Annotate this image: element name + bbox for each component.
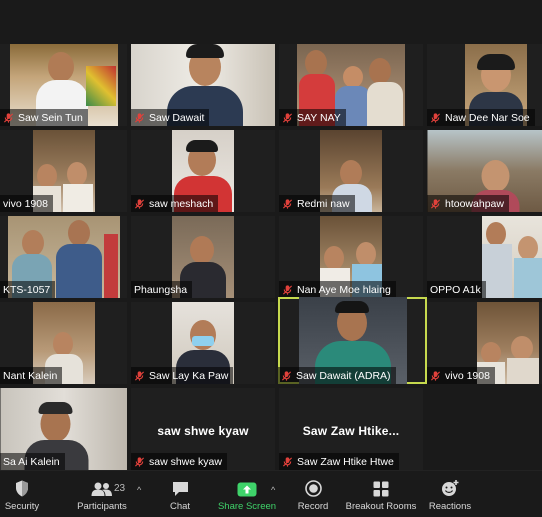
video-tile[interactable]: Redmi naw xyxy=(279,130,423,212)
chat-button[interactable]: Chat xyxy=(163,471,197,517)
security-label: Security xyxy=(4,501,40,512)
participant-name: vivo 1908 xyxy=(445,369,490,382)
active-speaker-tile[interactable]: Saw Dawait (ADRA) xyxy=(278,297,427,384)
video-tile[interactable]: Saw Sein Tun xyxy=(0,44,127,126)
share-screen-label: Share Screen xyxy=(217,501,277,512)
video-tile[interactable]: Nant Kalein xyxy=(0,302,127,384)
share-screen-options-caret[interactable]: ^ xyxy=(271,485,275,495)
participant-name-tag: Saw Sein Tun xyxy=(0,109,88,126)
shield-icon xyxy=(16,480,28,497)
participant-name: Sa Ai Kalein xyxy=(3,455,60,468)
participant-name: Redmi naw xyxy=(297,197,350,210)
participant-name-tag: vivo 1908 xyxy=(427,367,495,384)
muted-mic-icon xyxy=(430,112,441,123)
participant-name-tag: Saw Dawait (ADRA) xyxy=(278,367,396,384)
participant-name: vivo 1908 xyxy=(3,197,48,210)
chat-bubble-icon xyxy=(172,482,188,496)
muted-mic-icon xyxy=(134,112,145,123)
chat-label: Chat xyxy=(169,501,191,512)
participant-name: KTS-1057 xyxy=(3,283,51,296)
participant-name-tag: OPPO A1k xyxy=(427,281,486,298)
muted-mic-icon xyxy=(134,456,145,467)
participant-name-tag: Saw Dawait xyxy=(131,109,210,126)
participant-name: Saw Sein Tun xyxy=(18,111,83,124)
video-tile[interactable]: Saw Lay Ka Paw xyxy=(131,302,275,384)
muted-mic-icon xyxy=(282,112,293,123)
participant-name-tag: vivo 1908 xyxy=(0,195,53,212)
participant-name-tag: Sa Ai Kalein xyxy=(0,453,65,470)
reactions-button[interactable]: Reactions xyxy=(428,471,472,517)
participant-name: Naw Dee Nar Soe xyxy=(445,111,530,124)
participant-name-tag: saw shwe kyaw xyxy=(131,453,227,470)
participant-name-tag: Phaungsha xyxy=(131,281,193,298)
video-tile[interactable]: Sa Ai Kalein xyxy=(0,388,127,470)
participant-name: Saw Dawait (ADRA) xyxy=(296,369,391,382)
participant-name: htoowahpaw xyxy=(445,197,504,210)
video-off-tile[interactable]: Saw Zaw Htike... Saw Zaw Htike Htwe xyxy=(279,388,423,470)
participants-icon xyxy=(91,482,112,496)
participant-name: saw shwe kyaw xyxy=(149,455,222,468)
participant-name-tag: Saw Zaw Htike Htwe xyxy=(279,453,399,470)
participant-name-tag: Nan Aye Moe hlaing xyxy=(279,281,396,298)
participants-label: Participants xyxy=(77,501,127,512)
video-tile[interactable]: Naw Dee Nar Soe xyxy=(427,44,542,126)
participant-name-tag: htoowahpaw xyxy=(427,195,509,212)
participant-display-name: Saw Zaw Htike... xyxy=(302,424,400,438)
muted-mic-icon xyxy=(134,198,145,209)
participant-name-tag: Nant Kalein xyxy=(0,367,63,384)
breakout-rooms-label: Breakout Rooms xyxy=(345,501,417,512)
muted-mic-icon xyxy=(282,284,293,295)
video-feed xyxy=(482,216,542,298)
video-tile[interactable]: vivo 1908 xyxy=(0,130,127,212)
muted-mic-icon xyxy=(3,112,14,123)
participant-name-tag: Saw Lay Ka Paw xyxy=(131,367,234,384)
participant-name-tag: Redmi naw xyxy=(279,195,355,212)
participant-name: Nan Aye Moe hlaing xyxy=(297,283,391,296)
participant-name: Phaungsha xyxy=(134,283,188,296)
share-screen-button[interactable]: Share Screen xyxy=(217,471,277,517)
video-tile[interactable]: Nan Aye Moe hlaing xyxy=(279,216,423,298)
video-tile[interactable]: vivo 1908 xyxy=(427,302,542,384)
participant-name: Saw Zaw Htike Htwe xyxy=(297,455,394,468)
meeting-toolbar: Security Participants 23 ^ Chat Share Sc… xyxy=(0,470,542,517)
muted-mic-icon xyxy=(282,456,293,467)
video-tile[interactable]: SAY NAY xyxy=(279,44,423,126)
muted-mic-icon xyxy=(282,198,293,209)
breakout-rooms-icon xyxy=(373,481,389,497)
share-screen-icon xyxy=(237,482,257,497)
muted-mic-icon xyxy=(430,370,441,381)
participant-display-name: saw shwe kyaw xyxy=(157,424,249,438)
participant-name-tag: saw meshach xyxy=(131,195,219,212)
muted-mic-icon xyxy=(430,198,441,209)
security-button[interactable]: Security xyxy=(2,471,42,517)
participant-name: saw meshach xyxy=(149,197,214,210)
record-icon xyxy=(304,480,322,497)
muted-mic-icon xyxy=(134,370,145,381)
record-label: Record xyxy=(297,501,329,512)
reactions-label: Reactions xyxy=(428,501,472,512)
participant-name: Nant Kalein xyxy=(3,369,58,382)
record-button[interactable]: Record xyxy=(293,471,333,517)
add-reaction-emoji-icon xyxy=(442,480,459,496)
video-tile[interactable]: saw meshach xyxy=(131,130,275,212)
participants-button[interactable]: Participants xyxy=(74,471,130,517)
participant-name: OPPO A1k xyxy=(430,283,481,296)
participant-name-tag: Naw Dee Nar Soe xyxy=(427,109,535,126)
participants-count: 23 xyxy=(114,483,126,494)
video-tile[interactable]: htoowahpaw xyxy=(427,130,542,212)
participant-name: Saw Lay Ka Paw xyxy=(149,369,229,382)
video-tile[interactable]: OPPO A1k xyxy=(427,216,542,298)
gallery-view: Saw Sein Tun Saw Dawait SAY NAY Naw Dee … xyxy=(0,0,542,470)
participant-name: SAY NAY xyxy=(297,111,341,124)
video-off-tile[interactable]: saw shwe kyaw saw shwe kyaw xyxy=(131,388,275,470)
video-tile[interactable]: Saw Dawait xyxy=(131,44,275,126)
breakout-rooms-button[interactable]: Breakout Rooms xyxy=(345,471,417,517)
participant-name-tag: KTS-1057 xyxy=(0,281,56,298)
participant-name: Saw Dawait xyxy=(149,111,205,124)
video-tile[interactable]: Phaungsha xyxy=(131,216,275,298)
participants-options-caret[interactable]: ^ xyxy=(137,485,141,495)
video-tile[interactable]: KTS-1057 xyxy=(0,216,127,298)
participant-name-tag: SAY NAY xyxy=(279,109,346,126)
muted-mic-icon xyxy=(281,370,292,381)
